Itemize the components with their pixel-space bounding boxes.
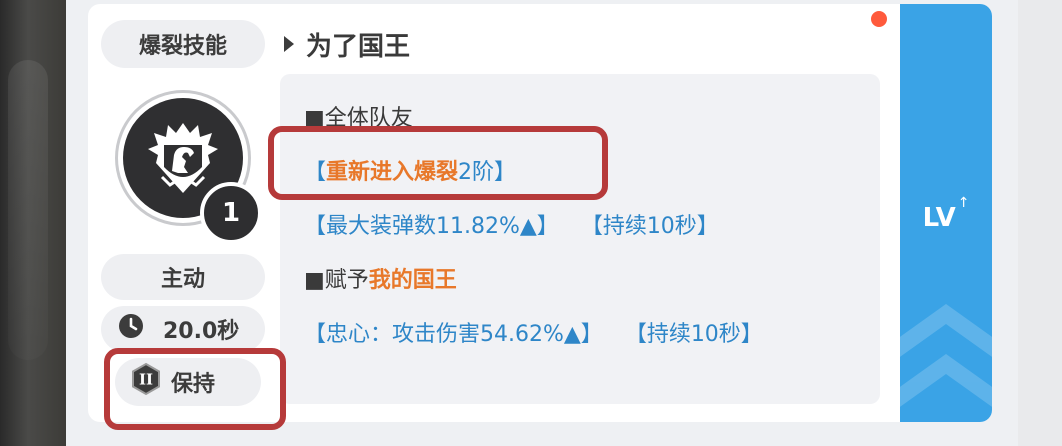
background-armor — [0, 0, 70, 446]
grant-highlight: 我的国王 — [368, 268, 457, 293]
level-up-button[interactable]: LV ↑ — [900, 4, 992, 422]
arrow-up-icon: ↑ — [957, 195, 970, 211]
play-triangle-icon — [284, 36, 294, 52]
grant-prefix: ■赋予 — [304, 268, 369, 293]
skill-level-badge: 1 — [200, 182, 262, 244]
loyalty-buff: 【忠心：攻击伤害54.62%▲】 — [304, 322, 603, 347]
description-grant-line: ■赋予我的国王 — [304, 262, 457, 294]
cooldown-value: 20.0秒 — [163, 319, 240, 344]
notification-dot-icon — [868, 8, 890, 30]
skill-type-badge: 爆裂技能 — [101, 20, 265, 68]
buff-duration: 【持续10秒】 — [580, 214, 719, 239]
clock-icon — [117, 312, 145, 346]
background-right — [1018, 0, 1062, 446]
description-buff-line: 【最大装弹数11.82%▲】 【持续10秒】 — [304, 208, 719, 240]
description-loyalty-line: 【忠心：攻击伤害54.62%▲】 【持续10秒】 — [304, 316, 763, 348]
cooldown-badge: 20.0秒 — [101, 306, 265, 352]
highlight-box-duration — [104, 348, 286, 430]
highlight-box-effect — [268, 126, 608, 200]
buff-ammo: 【最大装弹数11.82%▲】 — [304, 214, 559, 239]
loyalty-duration: 【持续10秒】 — [624, 322, 763, 347]
skill-name: 为了国王 — [306, 32, 411, 62]
skill-description: ■全体队友 【重新进入爆裂2阶】 【最大装弹数11.82%▲】 【持续10秒】 ■… — [280, 74, 880, 404]
activation-type-badge: 主动 — [101, 254, 265, 300]
level-up-label: LV — [922, 203, 956, 233]
